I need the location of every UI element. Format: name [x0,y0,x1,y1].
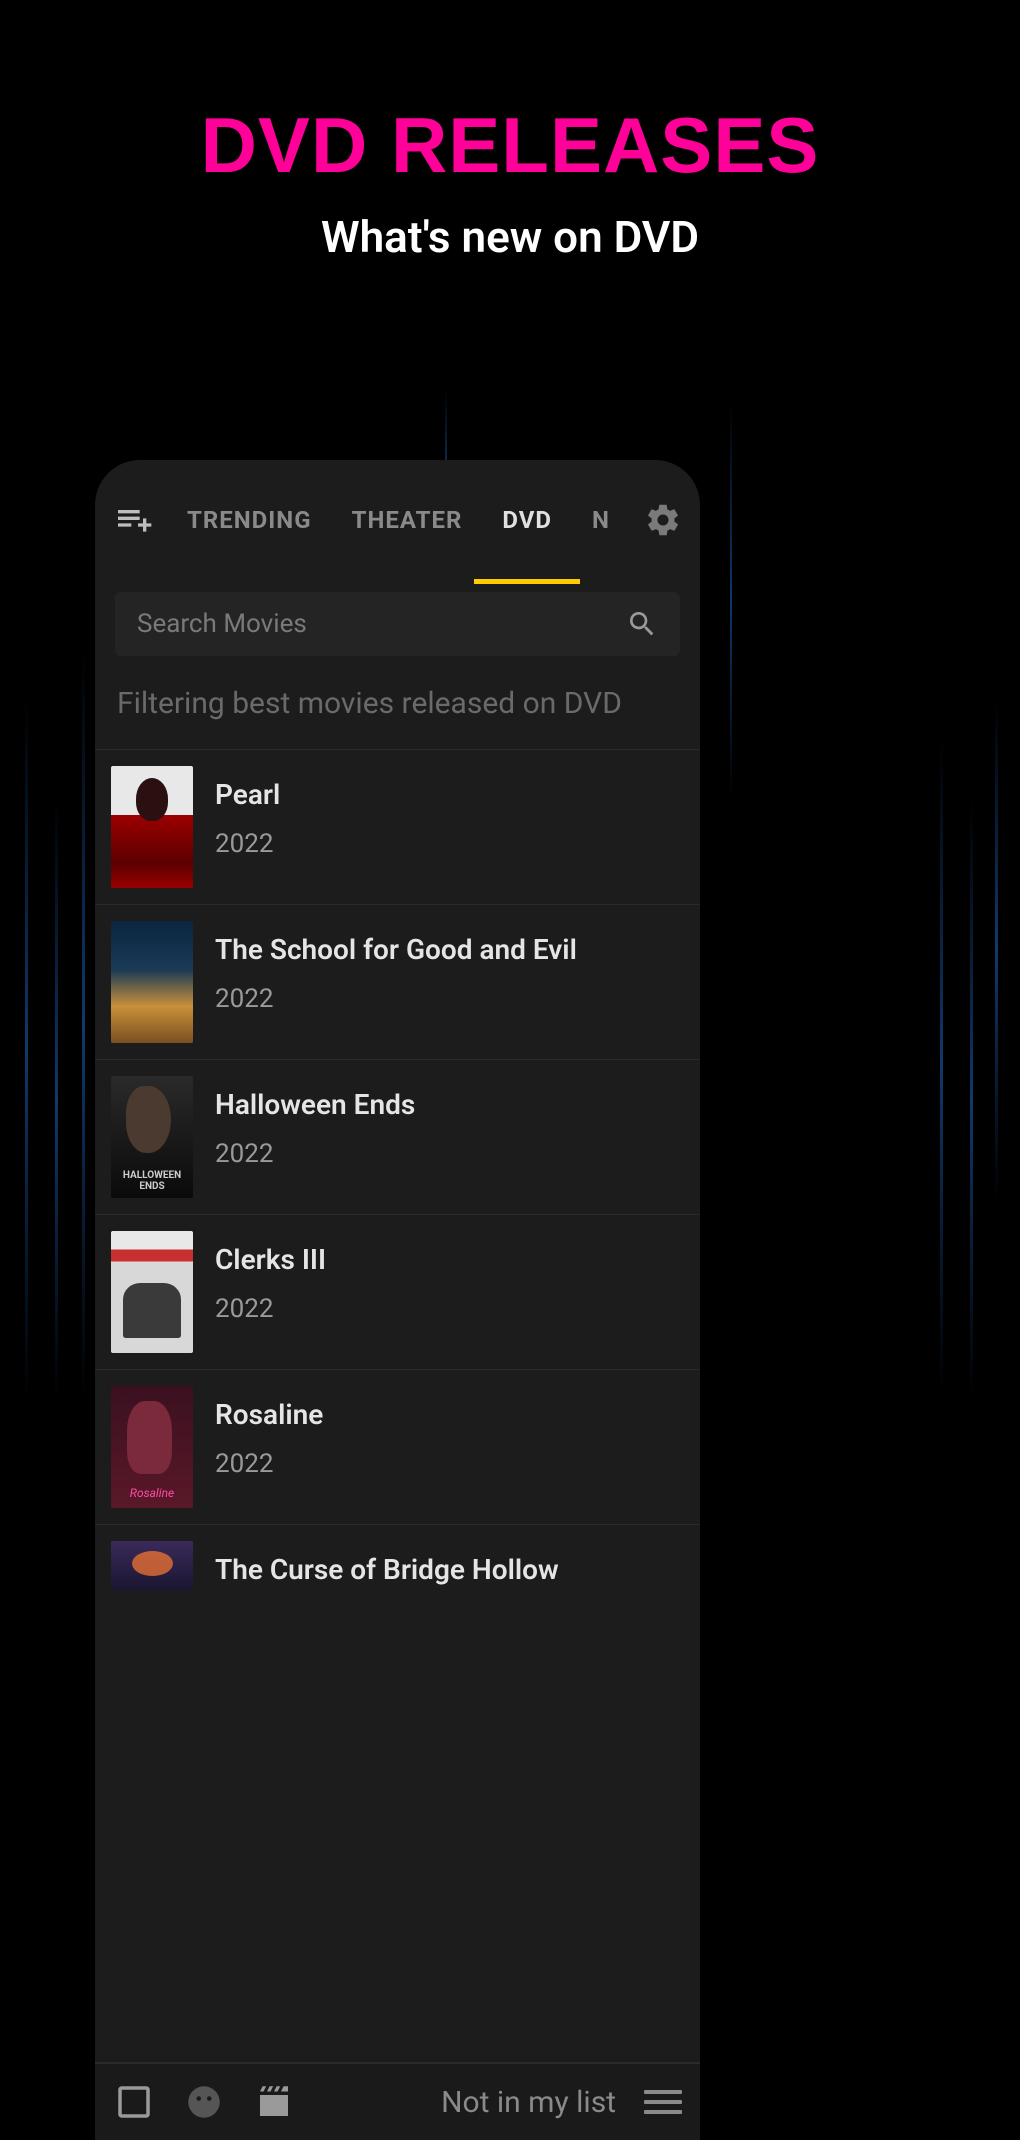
menu-icon[interactable] [644,2090,682,2114]
playlist-add-icon[interactable] [113,500,153,540]
movie-title: Rosaline [215,1398,323,1431]
search-input[interactable]: Search Movies [115,592,680,656]
device-frame: TRENDING THEATER DVD N Search Movies Fil… [95,460,700,2140]
list-item[interactable]: The Curse of Bridge Hollow [95,1524,700,1591]
movie-poster [111,1231,193,1353]
movie-poster [111,1386,193,1508]
list-item[interactable]: Halloween Ends 2022 [95,1059,700,1214]
search-placeholder: Search Movies [137,609,626,639]
movie-year: 2022 [215,829,280,859]
page-title: DVD RELEASES [0,100,1020,191]
movie-year: 2022 [215,1449,323,1479]
movie-title: Pearl [215,778,280,811]
list-item[interactable]: Clerks III 2022 [95,1214,700,1369]
movie-year: 2022 [215,1294,326,1324]
filter-text: Filtering best movies released on DVD [95,656,700,749]
movie-poster [111,1541,193,1591]
search-icon[interactable] [626,608,658,640]
movie-year: 2022 [215,1139,415,1169]
list-item[interactable]: The School for Good and Evil 2022 [95,904,700,1059]
face-icon[interactable] [183,2081,225,2123]
tab-trending[interactable]: TRENDING [179,468,320,572]
list-item[interactable]: Pearl 2022 [95,749,700,904]
movie-title: Clerks III [215,1243,326,1276]
movie-title: The Curse of Bridge Hollow [215,1553,559,1586]
tab-n[interactable]: N [584,468,618,572]
tab-theater[interactable]: THEATER [344,468,471,572]
checkbox-icon[interactable] [113,2081,155,2123]
movie-poster [111,921,193,1043]
list-item[interactable]: Rosaline 2022 [95,1369,700,1524]
movie-poster [111,766,193,888]
top-bar: TRENDING THEATER DVD N [95,460,700,580]
movie-year: 2022 [215,984,577,1014]
tab-dvd[interactable]: DVD [494,468,560,572]
movie-title: Halloween Ends [215,1088,415,1121]
status-label: Not in my list [441,2085,616,2120]
movie-title: The School for Good and Evil [215,933,577,966]
movie-poster [111,1076,193,1198]
movie-list: Pearl 2022 The School for Good and Evil … [95,749,700,1591]
bottom-bar: Not in my list [95,2062,700,2140]
page-subtitle: What's new on DVD [0,211,1020,263]
tabs: TRENDING THEATER DVD N [167,468,630,572]
clapper-icon[interactable] [253,2081,295,2123]
gear-icon[interactable] [644,501,682,539]
